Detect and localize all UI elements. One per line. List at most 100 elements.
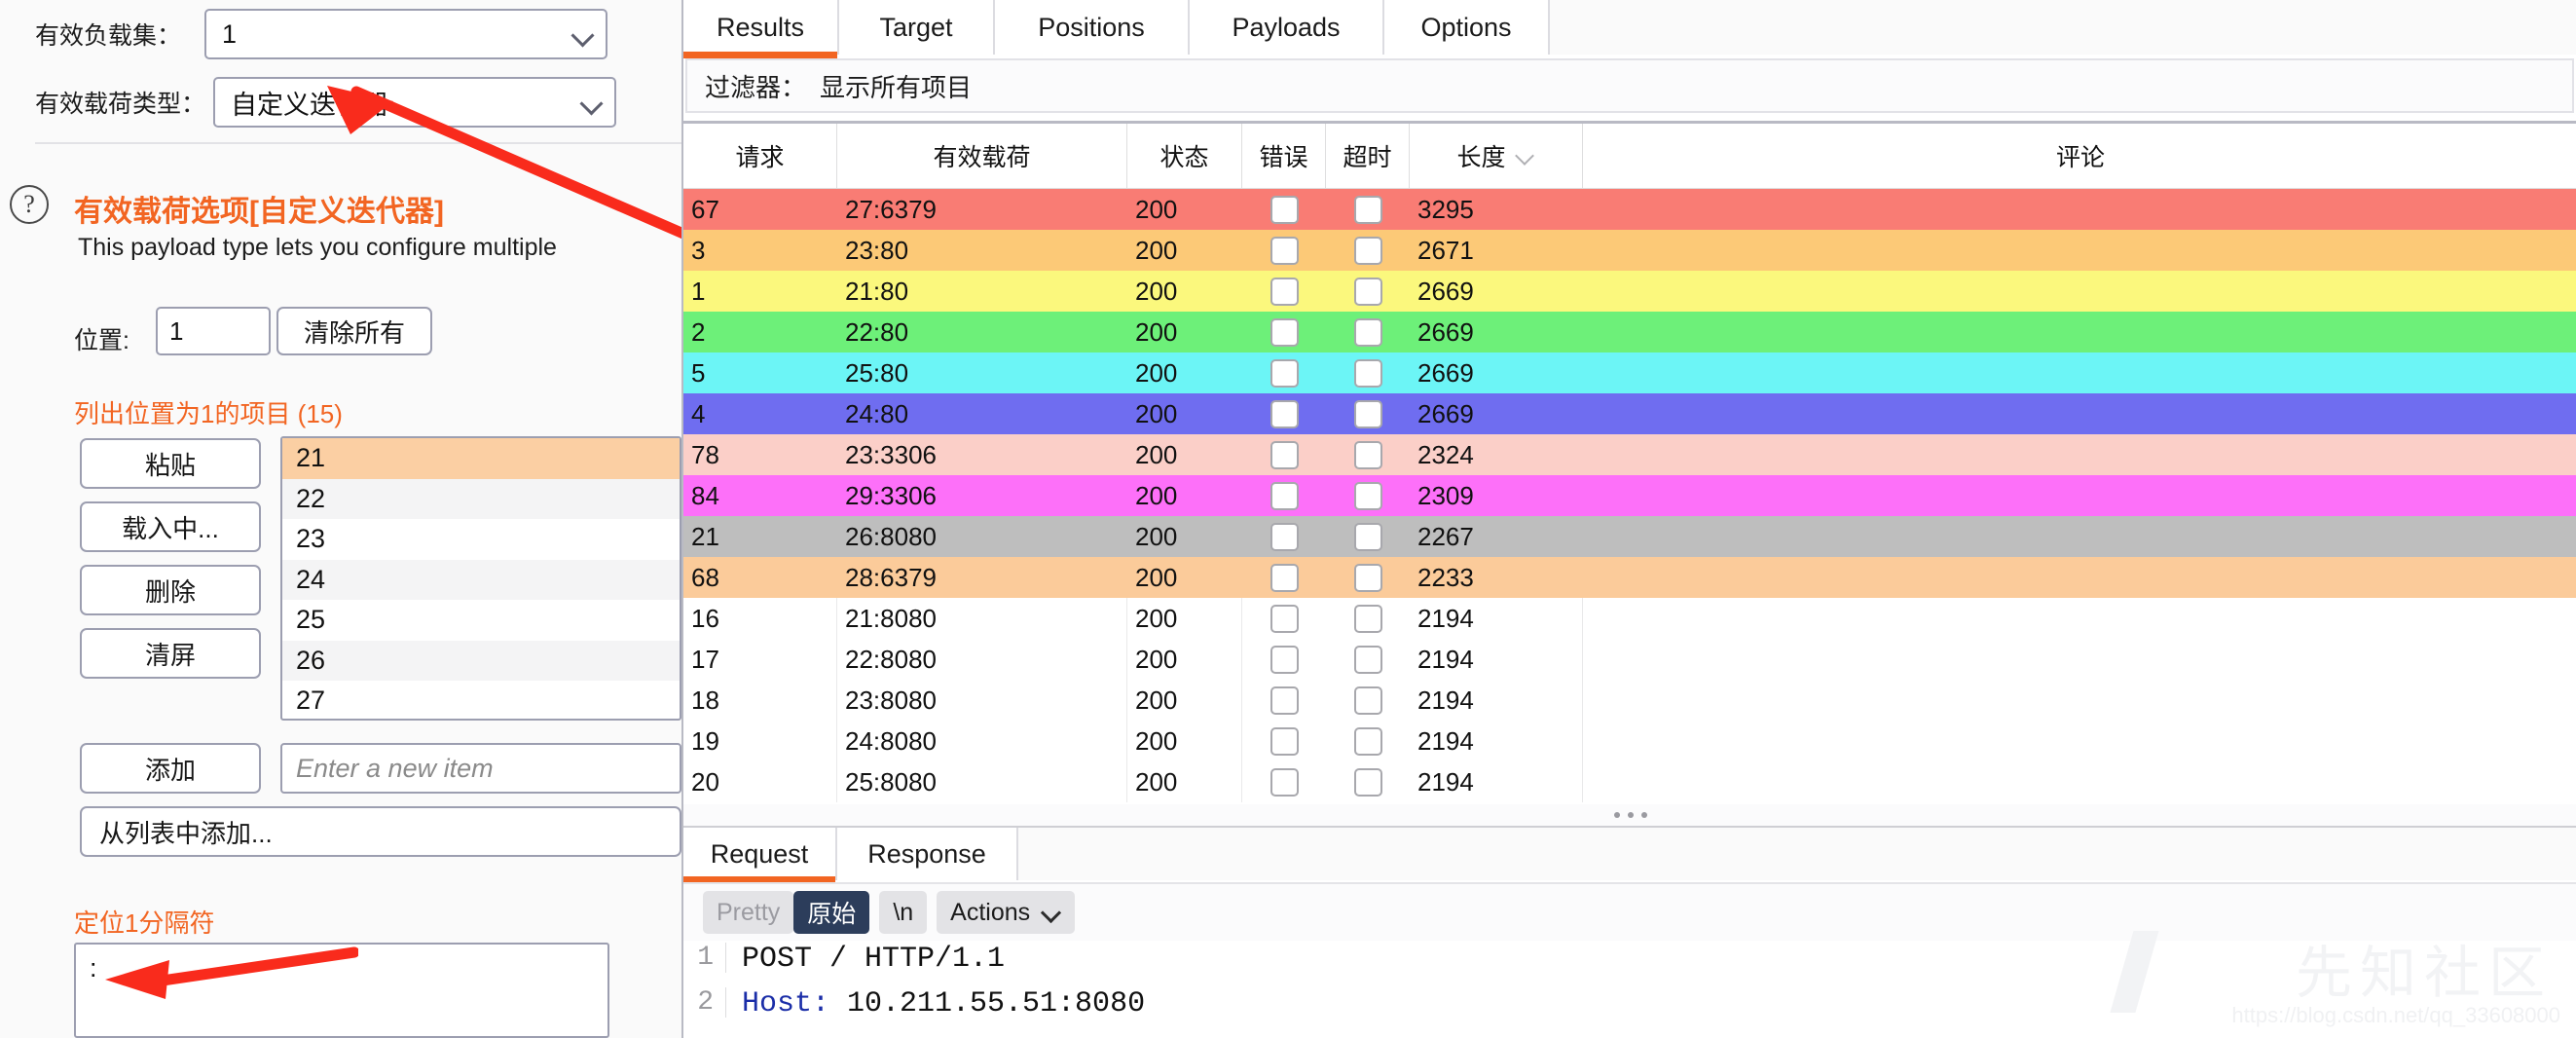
table-row[interactable]: 525:802002669 <box>683 352 2576 393</box>
timeout-checkbox[interactable] <box>1354 482 1382 510</box>
timeout-checkbox[interactable] <box>1354 523 1382 551</box>
chevron-down-icon <box>1042 903 1061 922</box>
raw-toggle[interactable]: 原始 <box>793 891 869 934</box>
error-checkbox[interactable] <box>1270 400 1299 428</box>
error-checkbox[interactable] <box>1270 646 1299 674</box>
payload-set-select[interactable]: 1 <box>204 9 607 59</box>
pretty-toggle[interactable]: Pretty <box>703 891 793 934</box>
tab-response[interactable]: Response <box>837 828 1018 880</box>
tab-target[interactable]: Target <box>839 0 995 55</box>
tab-results[interactable]: Results <box>683 0 839 55</box>
list-item[interactable]: 24 <box>282 560 680 601</box>
timeout-checkbox[interactable] <box>1354 727 1382 756</box>
cell-length: 2671 <box>1410 230 1583 271</box>
load-button[interactable]: 载入中... <box>80 501 261 552</box>
tab-payloads[interactable]: Payloads <box>1190 0 1384 55</box>
timeout-checkbox[interactable] <box>1354 400 1382 428</box>
timeout-checkbox[interactable] <box>1354 441 1382 469</box>
timeout-checkbox[interactable] <box>1354 768 1382 797</box>
paste-button[interactable]: 粘贴 <box>80 438 261 489</box>
cell-status: 200 <box>1127 761 1242 802</box>
table-row[interactable]: 323:802002671 <box>683 230 2576 271</box>
error-checkbox[interactable] <box>1270 318 1299 347</box>
timeout-checkbox[interactable] <box>1354 605 1382 633</box>
list-item[interactable]: 25 <box>282 600 680 641</box>
list-item[interactable]: 22 <box>282 479 680 520</box>
error-checkbox[interactable] <box>1270 482 1299 510</box>
table-row[interactable]: 424:802002669 <box>683 393 2576 434</box>
list-item[interactable]: 23 <box>282 519 680 560</box>
cell-comment <box>1583 639 2576 680</box>
table-row[interactable]: 1722:80802002194 <box>683 639 2576 680</box>
table-row[interactable]: 7823:33062002324 <box>683 434 2576 475</box>
table-row[interactable]: 1621:80802002194 <box>683 598 2576 639</box>
error-checkbox[interactable] <box>1270 441 1299 469</box>
cell-request: 18 <box>683 680 837 721</box>
table-row[interactable]: 8429:33062002309 <box>683 475 2576 516</box>
help-icon[interactable]: ? <box>10 185 49 224</box>
actions-dropdown[interactable]: Actions <box>937 891 1075 934</box>
column-header-request[interactable]: 请求 <box>683 124 837 188</box>
column-header-payload[interactable]: 有效载荷 <box>837 124 1127 188</box>
payload-item-list[interactable]: 21222324252627 <box>280 436 681 721</box>
table-row[interactable]: 2025:80802002194 <box>683 761 2576 802</box>
separator-textarea[interactable] <box>74 943 609 1038</box>
table-row[interactable]: 222:802002669 <box>683 312 2576 352</box>
horizontal-scroll-handle[interactable] <box>683 804 2576 826</box>
table-row[interactable]: 6727:63792003295 <box>683 189 2576 230</box>
cell-payload: 22:8080 <box>837 639 1127 680</box>
position-input[interactable] <box>156 307 271 355</box>
error-checkbox[interactable] <box>1270 278 1299 306</box>
error-checkbox[interactable] <box>1270 196 1299 224</box>
timeout-checkbox[interactable] <box>1354 686 1382 715</box>
error-checkbox[interactable] <box>1270 727 1299 756</box>
table-row[interactable]: 2126:80802002267 <box>683 516 2576 557</box>
column-header-length[interactable]: 长度 <box>1410 124 1583 188</box>
newline-toggle[interactable]: \n <box>879 891 927 934</box>
remove-button[interactable]: 删除 <box>80 565 261 615</box>
filter-bar[interactable]: 过滤器： 显示所有项目 <box>685 58 2574 113</box>
error-checkbox[interactable] <box>1270 605 1299 633</box>
timeout-checkbox[interactable] <box>1354 318 1382 347</box>
timeout-checkbox[interactable] <box>1354 359 1382 388</box>
cell-payload: 21:8080 <box>837 598 1127 639</box>
tab-positions[interactable]: Positions <box>995 0 1190 55</box>
clear-all-button[interactable]: 清除所有 <box>276 307 432 355</box>
payload-type-select[interactable]: 自定义迭代器 <box>213 77 616 128</box>
column-header-timeout[interactable]: 超时 <box>1326 124 1410 188</box>
table-row[interactable]: 1823:80802002194 <box>683 680 2576 721</box>
request-viewer[interactable]: 1POST / HTTP/1.12Host: 10.211.55.51:8080 <box>683 943 2576 1038</box>
cell-timeout <box>1326 312 1410 352</box>
add-from-list-button[interactable]: 从列表中添加... <box>80 806 681 857</box>
table-row[interactable]: 1924:80802002194 <box>683 721 2576 761</box>
cell-error <box>1242 189 1326 230</box>
column-header-comment[interactable]: 评论 <box>1583 124 2576 188</box>
table-row[interactable]: 121:802002669 <box>683 271 2576 312</box>
cell-comment <box>1583 475 2576 516</box>
table-row[interactable]: 6828:63792002233 <box>683 557 2576 598</box>
error-checkbox[interactable] <box>1270 564 1299 592</box>
cell-status: 200 <box>1127 680 1242 721</box>
error-checkbox[interactable] <box>1270 359 1299 388</box>
timeout-checkbox[interactable] <box>1354 564 1382 592</box>
timeout-checkbox[interactable] <box>1354 646 1382 674</box>
error-checkbox[interactable] <box>1270 237 1299 265</box>
column-header-status[interactable]: 状态 <box>1127 124 1242 188</box>
timeout-checkbox[interactable] <box>1354 278 1382 306</box>
error-checkbox[interactable] <box>1270 523 1299 551</box>
list-item[interactable]: 21 <box>282 438 680 479</box>
cell-payload: 26:8080 <box>837 516 1127 557</box>
list-item[interactable]: 27 <box>282 681 680 721</box>
tab-request[interactable]: Request <box>683 828 837 880</box>
tab-options[interactable]: Options <box>1384 0 1550 55</box>
error-checkbox[interactable] <box>1270 768 1299 797</box>
add-button[interactable]: 添加 <box>80 743 261 794</box>
timeout-checkbox[interactable] <box>1354 237 1382 265</box>
timeout-checkbox[interactable] <box>1354 196 1382 224</box>
column-header-error[interactable]: 错误 <box>1242 124 1326 188</box>
new-item-input[interactable] <box>280 743 681 794</box>
error-checkbox[interactable] <box>1270 686 1299 715</box>
clear-button[interactable]: 清屏 <box>80 628 261 679</box>
list-item[interactable]: 26 <box>282 641 680 682</box>
cell-payload: 24:8080 <box>837 721 1127 761</box>
